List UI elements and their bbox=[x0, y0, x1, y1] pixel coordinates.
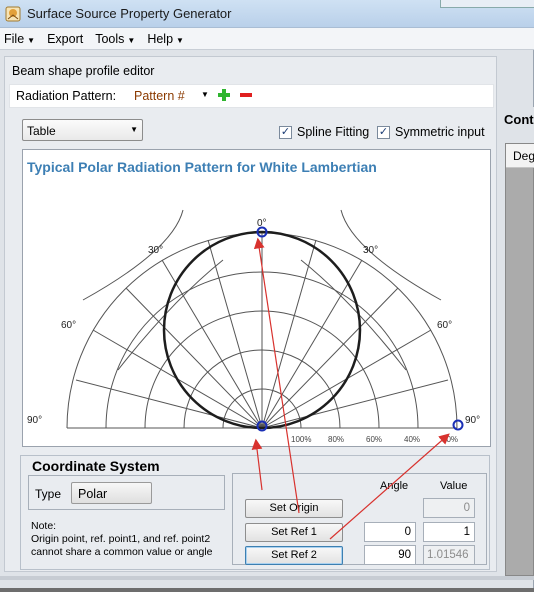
type-label: Type bbox=[35, 487, 62, 501]
dropdown-arrow-icon[interactable]: ▼ bbox=[201, 90, 209, 99]
coordinate-type-value: Polar bbox=[78, 487, 108, 501]
value-column-header: Value bbox=[440, 480, 468, 492]
menu-bar: File ▼ Export Tools ▼ Help ▼ bbox=[0, 28, 534, 50]
coordinate-system-group: Coordinate System Type Polar Note: Origi… bbox=[20, 455, 490, 570]
control-points-grid[interactable]: Deg bbox=[505, 143, 534, 576]
menu-help[interactable]: Help ▼ bbox=[147, 32, 184, 46]
beam-editor-panel: Beam shape profile editor Radiation Patt… bbox=[4, 56, 497, 572]
menu-file-label: File bbox=[4, 31, 25, 46]
background-window-edge bbox=[440, 0, 534, 8]
angle-label: 90° bbox=[27, 415, 42, 426]
right-panel-title: Cont bbox=[504, 112, 534, 127]
menu-help-label: Help bbox=[147, 31, 174, 46]
menu-export-label: Export bbox=[47, 31, 84, 46]
grid-column-header[interactable]: Deg bbox=[506, 144, 534, 168]
ref2-value-field: 1.01546 bbox=[423, 545, 475, 565]
pattern-image-canvas[interactable]: Typical Polar Radiation Pattern for Whit… bbox=[22, 149, 491, 447]
angle-label: 60° bbox=[61, 320, 76, 331]
coordinate-type-select[interactable]: Polar bbox=[71, 482, 152, 504]
scale-label: 40% bbox=[404, 435, 420, 444]
angle-label: 30° bbox=[363, 245, 378, 256]
symmetric-input-label: Symmetric input bbox=[395, 125, 485, 139]
angle-labels: 0° 30° 30° 60° 60° 90° 90° bbox=[27, 218, 480, 426]
set-ref1-button[interactable]: Set Ref 1 bbox=[245, 523, 343, 542]
minus-icon[interactable] bbox=[239, 88, 253, 102]
scale-labels: 100% 80% 60% 40% 20% bbox=[291, 435, 458, 444]
menu-export[interactable]: Export bbox=[47, 32, 83, 46]
ref2-angle-field[interactable]: 90 bbox=[364, 545, 416, 565]
note-text: Note: Origin point, ref. point1, and ref… bbox=[31, 520, 231, 559]
app-icon bbox=[5, 6, 21, 22]
view-mode-select[interactable]: Table ▼ bbox=[22, 119, 143, 141]
dropdown-arrow-icon: ▼ bbox=[27, 35, 36, 45]
ref1-value-field[interactable]: 1 bbox=[423, 522, 475, 542]
note-heading: Note: bbox=[31, 520, 57, 532]
note-body: Origin point, ref. point1, and ref. poin… bbox=[31, 533, 213, 558]
title-bar: Surface Source Property Generator bbox=[0, 0, 534, 28]
polar-pattern-figure: Typical Polar Radiation Pattern for Whit… bbox=[27, 159, 480, 444]
angle-column-header: Angle bbox=[380, 480, 409, 492]
checkbox-checked-icon[interactable]: ✓ bbox=[377, 125, 390, 139]
status-strip bbox=[0, 576, 534, 580]
menu-tools[interactable]: Tools ▼ bbox=[95, 32, 135, 46]
pattern-select[interactable]: Pattern # bbox=[134, 89, 185, 103]
panel-title: Beam shape profile editor bbox=[12, 64, 155, 78]
angle-label: 90° bbox=[465, 415, 480, 426]
menu-file[interactable]: File ▼ bbox=[4, 32, 35, 46]
dropdown-arrow-icon: ▼ bbox=[127, 35, 136, 45]
scale-label: 20% bbox=[442, 435, 458, 444]
polar-grid bbox=[66, 209, 458, 429]
angle-label: 30° bbox=[148, 245, 163, 256]
radiation-pattern-label: Radiation Pattern: bbox=[16, 89, 117, 103]
scale-label: 100% bbox=[291, 435, 311, 444]
origin-value-field: 0 bbox=[423, 498, 475, 518]
radiation-pattern-row: Radiation Pattern: Pattern # ▼ bbox=[9, 84, 494, 108]
menu-tools-label: Tools bbox=[95, 31, 125, 46]
view-mode-value: Table bbox=[27, 124, 56, 138]
scale-label: 80% bbox=[328, 435, 344, 444]
checkbox-checked-icon[interactable]: ✓ bbox=[279, 125, 292, 139]
reference-points-group: Angle Value Set Origin 0 Set Ref 1 0 1 S… bbox=[232, 473, 487, 565]
spline-fitting-checkbox[interactable]: ✓ Spline Fitting bbox=[279, 124, 369, 140]
ref1-angle-field[interactable]: 0 bbox=[364, 522, 416, 542]
plus-icon[interactable] bbox=[217, 88, 231, 102]
window-title: Surface Source Property Generator bbox=[27, 6, 232, 21]
set-ref2-button[interactable]: Set Ref 2 bbox=[245, 546, 343, 565]
angle-label: 60° bbox=[437, 320, 452, 331]
dropdown-arrow-icon: ▼ bbox=[176, 35, 184, 45]
symmetric-input-checkbox[interactable]: ✓ Symmetric input bbox=[377, 124, 485, 140]
coordinate-system-title: Coordinate System bbox=[32, 458, 160, 474]
scale-label: 60% bbox=[366, 435, 382, 444]
set-origin-button[interactable]: Set Origin bbox=[245, 499, 343, 518]
spline-fitting-label: Spline Fitting bbox=[297, 125, 370, 139]
main-window: Surface Source Property Generator File ▼ … bbox=[0, 0, 534, 588]
ref2-marker-icon[interactable] bbox=[452, 419, 464, 431]
figure-title: Typical Polar Radiation Pattern for Whit… bbox=[27, 159, 377, 175]
chevron-down-icon: ▼ bbox=[130, 125, 138, 134]
type-group: Type Polar bbox=[28, 475, 225, 510]
